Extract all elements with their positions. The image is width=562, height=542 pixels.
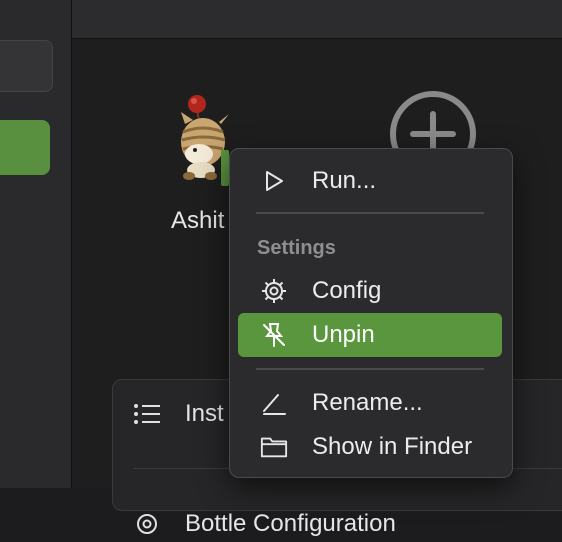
- list-icon: [133, 403, 163, 425]
- menu-item-run[interactable]: Run...: [238, 159, 502, 203]
- menu-item-config[interactable]: Config: [238, 269, 502, 313]
- sidebar-search-field[interactable]: [0, 40, 53, 92]
- menu-item-show-in-finder[interactable]: Show in Finder: [238, 425, 502, 469]
- context-menu: Run... Settings Config Unpin Rename... S…: [229, 148, 513, 478]
- pin-indicator: [221, 150, 229, 186]
- bottle-configuration-label: Bottle Configuration: [185, 510, 396, 537]
- gear-icon: [133, 510, 163, 538]
- sidebar-selected-item[interactable]: [0, 120, 50, 175]
- bottle-configuration-row[interactable]: Bottle Configuration: [133, 506, 396, 542]
- menu-separator: [256, 212, 484, 214]
- sidebar: [0, 0, 72, 488]
- pin-slash-icon: [260, 321, 288, 349]
- menu-item-run-label: Run...: [312, 167, 377, 194]
- installed-programs-row[interactable]: Inst: [133, 396, 224, 432]
- menu-item-unpin-label: Unpin: [312, 321, 375, 348]
- gear-icon: [260, 277, 288, 305]
- menu-section-settings: Settings: [257, 237, 336, 259]
- toolbar: [72, 0, 562, 39]
- menu-item-config-label: Config: [312, 277, 382, 304]
- menu-separator: [256, 368, 484, 370]
- pencil-icon: [260, 389, 288, 417]
- menu-item-unpin[interactable]: Unpin: [238, 313, 502, 357]
- bottle-name[interactable]: Ashit: [171, 207, 224, 235]
- menu-item-rename[interactable]: Rename...: [238, 381, 502, 425]
- play-icon: [260, 169, 288, 193]
- folder-icon: [260, 434, 288, 460]
- menu-item-show-in-finder-label: Show in Finder: [312, 433, 473, 460]
- installed-programs-label: Inst: [185, 400, 224, 427]
- menu-item-rename-label: Rename...: [312, 389, 423, 416]
